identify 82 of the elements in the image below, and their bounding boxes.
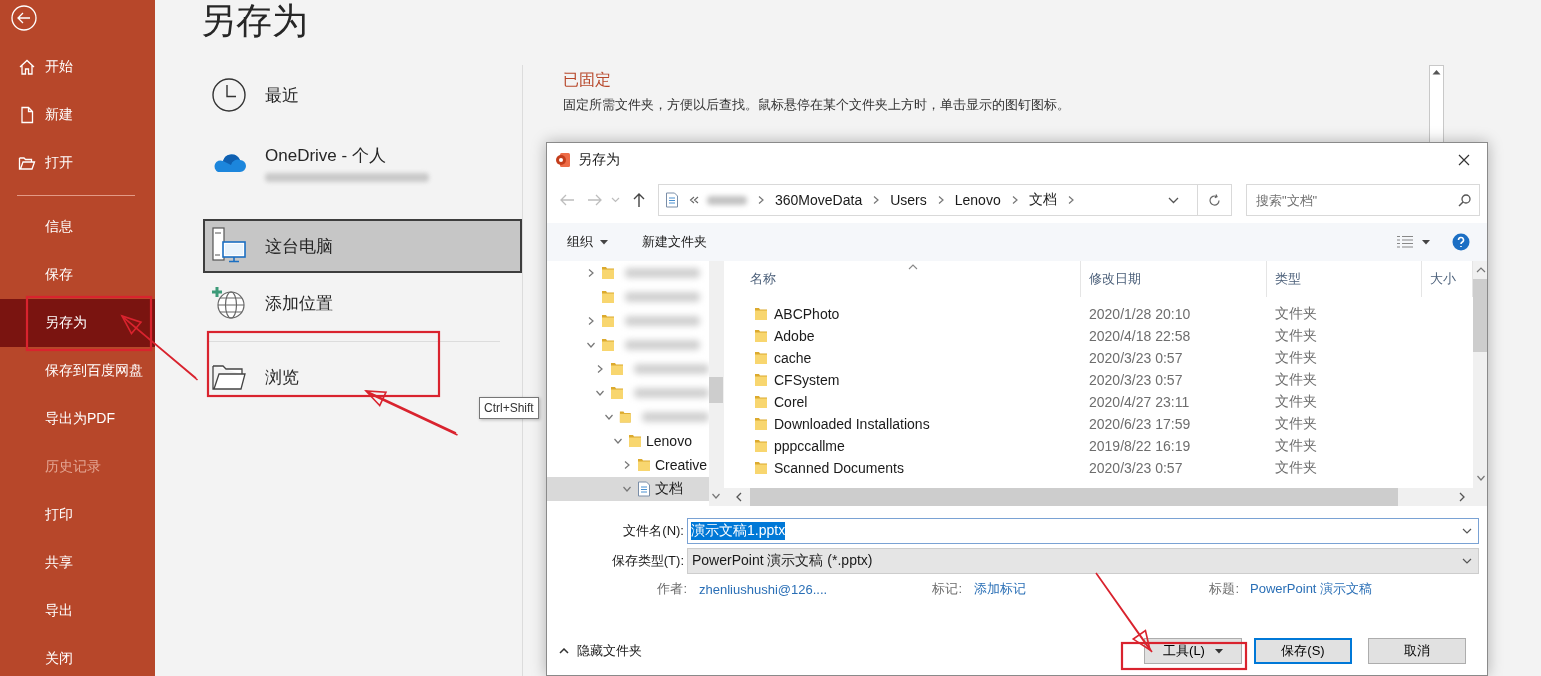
meta-value[interactable]: zhenliushushi@126.... xyxy=(699,581,931,597)
date-cell-text: 2020/3/23 0:57 xyxy=(1088,372,1184,388)
file-name-cell[interactable]: cache xyxy=(724,350,1081,366)
tools-menu-button[interactable]: 工具(L) xyxy=(1144,638,1242,664)
menu-item[interactable]: 新建 xyxy=(0,91,155,139)
field-label: 文件名(N): xyxy=(622,522,685,540)
section-heading: 已固定 xyxy=(563,70,612,90)
tree-item[interactable]: Creative xyxy=(547,453,709,477)
hint-text: 固定所需文件夹，方便以后查找。鼠标悬停在某个文件夹上方时，单击显示的图钉图标。 xyxy=(563,96,1071,114)
menu-item[interactable]: 信息 xyxy=(0,203,155,251)
meta-label: 标记: xyxy=(931,580,962,598)
file-name-text: cache xyxy=(774,350,812,366)
type-cell-text: 文件夹 xyxy=(1274,371,1318,389)
dialog-title: 另存为 xyxy=(578,151,620,169)
date-cell-text: 2020/3/23 0:57 xyxy=(1088,460,1184,476)
file-name-cell[interactable]: Corel xyxy=(724,394,1081,410)
page-title: 另存为 xyxy=(200,0,308,43)
file-name-cell[interactable]: Scanned Documents xyxy=(724,460,1081,476)
hide-folders-toggle[interactable]: 隐藏文件夹 xyxy=(559,642,642,660)
menu-item[interactable]: 关闭 xyxy=(0,635,155,676)
menu-item[interactable]: 开始 xyxy=(0,43,155,91)
column-header[interactable]: 名称 xyxy=(724,261,1081,297)
location-label: OneDrive - 个人 xyxy=(265,145,387,167)
menu-item[interactable]: 打印 xyxy=(0,491,155,539)
meta-value[interactable]: 添加标记 xyxy=(974,580,1195,598)
type-cell-text: 文件夹 xyxy=(1274,437,1318,455)
column-header[interactable]: 类型 xyxy=(1267,261,1422,297)
field-label: 保存类型(T): xyxy=(610,552,685,570)
file-name-text: Downloaded Installations xyxy=(774,416,930,432)
location-item[interactable]: 添加位置 xyxy=(203,273,522,333)
meta-label: 标题: xyxy=(1208,580,1239,598)
menu-item[interactable]: 共享 xyxy=(0,539,155,587)
menu-item[interactable]: 另存为 xyxy=(0,299,155,347)
type-cell-text: 文件夹 xyxy=(1274,305,1318,323)
dialog-button[interactable]: 保存(S) xyxy=(1254,638,1352,664)
file-name-cell[interactable]: Downloaded Installations xyxy=(724,416,1081,432)
organize-menu[interactable]: 组织 xyxy=(567,233,608,251)
location-card[interactable]: OneDrive - 个人 xyxy=(203,125,522,201)
breadcrumb-item[interactable]: Lenovo xyxy=(954,192,1001,208)
date-cell-text: 2020/4/27 23:11 xyxy=(1088,394,1191,410)
tree-item[interactable]: Lenovo xyxy=(547,429,709,453)
meta-label: 作者: xyxy=(656,580,687,598)
type-cell-text: 文件夹 xyxy=(1274,459,1318,477)
file-name-text: ABCPhoto xyxy=(774,306,840,322)
file-name-text: CFSystem xyxy=(774,372,840,388)
file-name-cell[interactable]: pppccallme xyxy=(724,438,1081,454)
type-cell-text: 文件夹 xyxy=(1274,349,1318,367)
date-cell-text: 2020/4/18 22:58 xyxy=(1088,328,1192,344)
type-cell-text: 文件夹 xyxy=(1274,415,1318,433)
date-cell-text: 2019/8/22 16:19 xyxy=(1088,438,1192,454)
file-name-text: Adobe xyxy=(774,328,815,344)
file-name-cell[interactable]: ABCPhoto xyxy=(724,306,1081,322)
file-name-cell[interactable]: Adobe xyxy=(724,328,1081,344)
type-cell-text: 文件夹 xyxy=(1274,327,1318,345)
date-cell-text: 2020/3/23 0:57 xyxy=(1088,350,1184,366)
breadcrumb-item[interactable]: Users xyxy=(890,192,927,208)
breadcrumb-item[interactable]: 360MoveData xyxy=(775,192,863,208)
date-cell-text: 2020/1/28 20:10 xyxy=(1088,306,1192,322)
column-header[interactable]: 修改日期 xyxy=(1081,261,1267,297)
file-type-dropdown[interactable]: PowerPoint 演示文稿 (*.pptx) xyxy=(687,548,1479,574)
date-cell-text: 2020/6/23 17:59 xyxy=(1088,416,1192,432)
menu-item[interactable]: 保存到百度网盘 xyxy=(0,347,155,395)
address-bar[interactable]: 360MoveData Users Lenovo 文档 xyxy=(658,184,1232,216)
tooltip: Ctrl+Shift xyxy=(479,397,539,419)
new-folder-button[interactable]: 新建文件夹 xyxy=(642,233,707,251)
filename-field[interactable]: 演示文稿1.pptx xyxy=(687,518,1479,544)
tree-item[interactable]: 文档 xyxy=(547,477,709,501)
location-item[interactable]: 最近 xyxy=(203,65,522,125)
dialog-button[interactable]: 取消 xyxy=(1368,638,1466,664)
meta-value[interactable]: PowerPoint 演示文稿 xyxy=(1250,580,1430,598)
type-cell-text: 文件夹 xyxy=(1274,393,1318,411)
file-name-text: Scanned Documents xyxy=(774,460,904,476)
file-name-cell[interactable]: CFSystem xyxy=(724,372,1081,388)
search-field[interactable]: 搜索"文档" xyxy=(1246,184,1480,216)
breadcrumb-item[interactable]: 文档 xyxy=(1028,191,1057,209)
menu-item[interactable]: 保存 xyxy=(0,251,155,299)
menu-item[interactable]: 导出 xyxy=(0,587,155,635)
file-name-text: pppccallme xyxy=(774,438,845,454)
menu-item[interactable]: 导出为PDF xyxy=(0,395,155,443)
location-item[interactable]: 这台电脑 xyxy=(203,219,522,273)
menu-item[interactable]: 打开 xyxy=(0,139,155,187)
file-name-text: Corel xyxy=(774,394,808,410)
